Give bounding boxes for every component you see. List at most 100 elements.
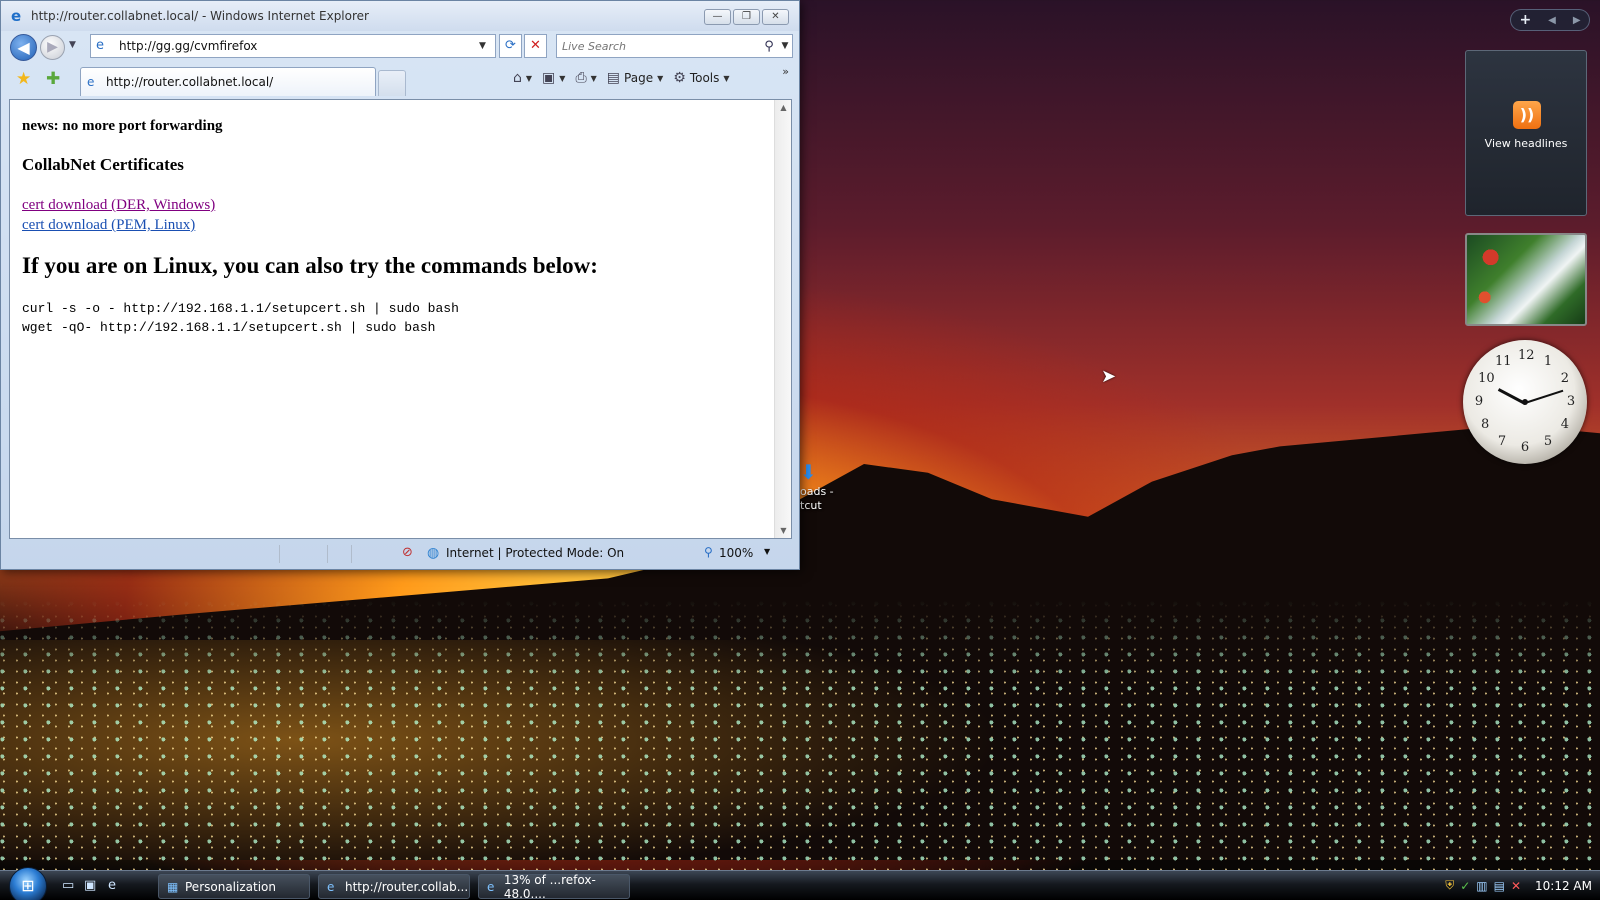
scroll-down-arrow-icon[interactable]: ▼ <box>775 523 791 538</box>
address-dropdown-icon[interactable]: ▼ <box>479 41 495 51</box>
update-icon[interactable]: ✓ <box>1460 879 1470 893</box>
clock-number: 7 <box>1497 433 1507 449</box>
clock-number: 1 <box>1543 354 1553 370</box>
display-icon[interactable]: ▤ <box>1494 879 1505 893</box>
search-options-dropdown[interactable]: ▼ <box>778 41 792 51</box>
maximize-button[interactable]: ❐ <box>733 9 760 25</box>
rss-icon: )) <box>1513 101 1541 129</box>
taskbar-button-label: http://router.collab... <box>345 879 469 894</box>
popup-blocked-icon[interactable]: ⊘ <box>402 545 413 560</box>
taskbar-button-ie[interactable]: e http://router.collab... <box>318 874 470 899</box>
start-button[interactable]: ⊞ <box>9 867 47 900</box>
security-shield-icon[interactable]: ⛨ <box>1445 878 1454 893</box>
status-divider <box>327 545 328 563</box>
clock-center <box>1522 399 1528 405</box>
status-divider <box>351 545 352 563</box>
forward-button[interactable]: ▶ <box>40 35 65 60</box>
taskbar-button-label: 13% of ...refox-48.0.... <box>503 872 596 900</box>
ie-quicklaunch-icon[interactable]: e <box>108 878 116 893</box>
taskbar-clock[interactable]: 10:12 AM <box>1535 879 1592 893</box>
add-favorite-icon[interactable]: ✚ <box>46 69 60 89</box>
address-text[interactable]: http://gg.gg/cvmfirefox <box>119 39 479 53</box>
titlebar[interactable]: e http://router.collabnet.local/ - Windo… <box>1 1 799 31</box>
mouse-cursor-icon: ➤ <box>1101 366 1117 387</box>
command-toolbar: ★ ✚ e http://router.collabnet.local/ ⌂ ▼… <box>1 64 799 96</box>
stop-button[interactable]: ✕ <box>524 34 547 58</box>
wget-command: wget -qO- http://192.168.1.1/setupcert.s… <box>22 320 436 335</box>
desktop-shortcut-label-line1: oads - <box>800 485 834 498</box>
taskbar-button-download[interactable]: e 13% of ...refox-48.0.... <box>478 872 630 900</box>
page-content: news: no more port forwarding CollabNet … <box>9 99 792 539</box>
search-input[interactable] <box>562 39 760 53</box>
tools-menu-button[interactable]: Tools <box>690 71 720 85</box>
internet-zone-icon: ◍ <box>427 545 440 561</box>
page-menu-button[interactable]: Page <box>624 71 653 85</box>
page-icon: ▤ <box>606 70 621 86</box>
print-icon[interactable]: ⎙ <box>575 70 586 86</box>
add-gadget-icon[interactable]: + <box>1519 12 1531 28</box>
page-dropdown-icon[interactable]: ▼ <box>657 74 663 83</box>
status-divider <box>279 545 280 563</box>
minimize-button[interactable]: — <box>704 9 731 25</box>
favorites-star-icon[interactable]: ★ <box>16 69 31 89</box>
new-tab-button[interactable] <box>378 70 406 96</box>
gear-icon: ⚙ <box>673 70 686 86</box>
taskbar-button-personalization[interactable]: ▦ Personalization <box>158 874 310 899</box>
search-box[interactable]: ⚲ ▼ <box>556 34 793 58</box>
window-controls: — ❐ ✕ <box>704 9 789 25</box>
security-zone-text[interactable]: Internet | Protected Mode: On <box>446 546 624 560</box>
address-bar[interactable]: e http://gg.gg/cvmfirefox ▼ <box>90 34 496 58</box>
zoom-dropdown-icon[interactable]: ▼ <box>764 547 770 556</box>
close-button[interactable]: ✕ <box>762 9 789 25</box>
system-tray: ⛨ ✓ ▥ ▤ ✕ 10:12 AM <box>1445 878 1592 893</box>
certificates-heading: CollabNet Certificates <box>22 155 184 174</box>
feeds-icon[interactable]: ▣ <box>542 70 555 86</box>
scroll-up-arrow-icon[interactable]: ▲ <box>775 100 791 115</box>
network-icon[interactable]: ▥ <box>1476 879 1487 893</box>
show-desktop-icon[interactable]: ▭ <box>62 878 74 893</box>
taskbar-button-label: Personalization <box>185 879 276 894</box>
home-icon[interactable]: ⌂ <box>513 70 522 86</box>
next-gadgets-icon[interactable]: ▶ <box>1573 15 1581 26</box>
sidebar-controls: + ◀ ▶ <box>1510 9 1590 31</box>
tab-label: http://router.collabnet.local/ <box>106 75 274 89</box>
command-bar: ⌂ ▼ ▣ ▼ ⎙ ▼ ▤ Page ▼ ⚙ Tools ▼ <box>513 70 736 86</box>
toolbar-overflow-icon[interactable]: » <box>782 65 789 78</box>
clock-number: 5 <box>1543 433 1553 449</box>
desktop-shortcut-label[interactable]: oads - tcut <box>800 485 834 513</box>
tab-router[interactable]: e http://router.collabnet.local/ <box>80 67 376 96</box>
cert-links: cert download (DER, Windows) cert downlo… <box>22 195 779 235</box>
back-button[interactable]: ◀ <box>10 34 37 61</box>
cert-pem-link[interactable]: cert download (PEM, Linux) <box>22 215 779 235</box>
slideshow-gadget[interactable] <box>1465 233 1587 326</box>
navigation-bar: ◀ ▶ ▼ e http://gg.gg/cvmfirefox ▼ ⟳ ✕ ⚲ … <box>1 32 799 62</box>
home-dropdown-icon[interactable]: ▼ <box>526 74 532 83</box>
ie-window: e http://router.collabnet.local/ - Windo… <box>0 0 800 570</box>
tools-dropdown-icon[interactable]: ▼ <box>723 74 729 83</box>
search-icon[interactable]: ⚲ <box>760 39 778 54</box>
previous-gadgets-icon[interactable]: ◀ <box>1548 15 1556 26</box>
clock-number: 10 <box>1478 371 1495 386</box>
page-ie-icon: e <box>96 38 104 53</box>
feed-headlines-gadget[interactable]: )) View headlines <box>1465 50 1587 216</box>
clock-number: 8 <box>1481 417 1490 432</box>
linux-heading: If you are on Linux, you can also try th… <box>22 253 598 278</box>
vertical-scrollbar[interactable]: ▲ ▼ <box>774 100 791 538</box>
view-headlines-label: View headlines <box>1484 137 1568 150</box>
switch-windows-icon[interactable]: ▣ <box>84 878 96 893</box>
cert-der-link[interactable]: cert download (DER, Windows) <box>22 195 779 215</box>
personalization-icon: ▦ <box>167 879 179 894</box>
clock-number: 4 <box>1560 417 1569 432</box>
feeds-dropdown-icon[interactable]: ▼ <box>559 74 565 83</box>
desktop-shortcut-icon[interactable]: ⬇ <box>800 460 817 484</box>
tab-ie-icon: e <box>87 75 95 89</box>
clock-number: 9 <box>1474 394 1484 409</box>
clock-gadget[interactable]: 12 1 2 3 4 5 6 7 8 9 10 11 <box>1463 340 1587 464</box>
clock-number: 3 <box>1566 394 1576 409</box>
ie-icon: e <box>11 7 22 25</box>
volume-muted-icon[interactable]: ✕ <box>1511 879 1521 893</box>
refresh-button[interactable]: ⟳ <box>499 34 522 58</box>
zoom-level[interactable]: 100% <box>719 546 753 560</box>
print-dropdown-icon[interactable]: ▼ <box>591 74 597 83</box>
recent-pages-dropdown[interactable]: ▼ <box>69 40 76 50</box>
